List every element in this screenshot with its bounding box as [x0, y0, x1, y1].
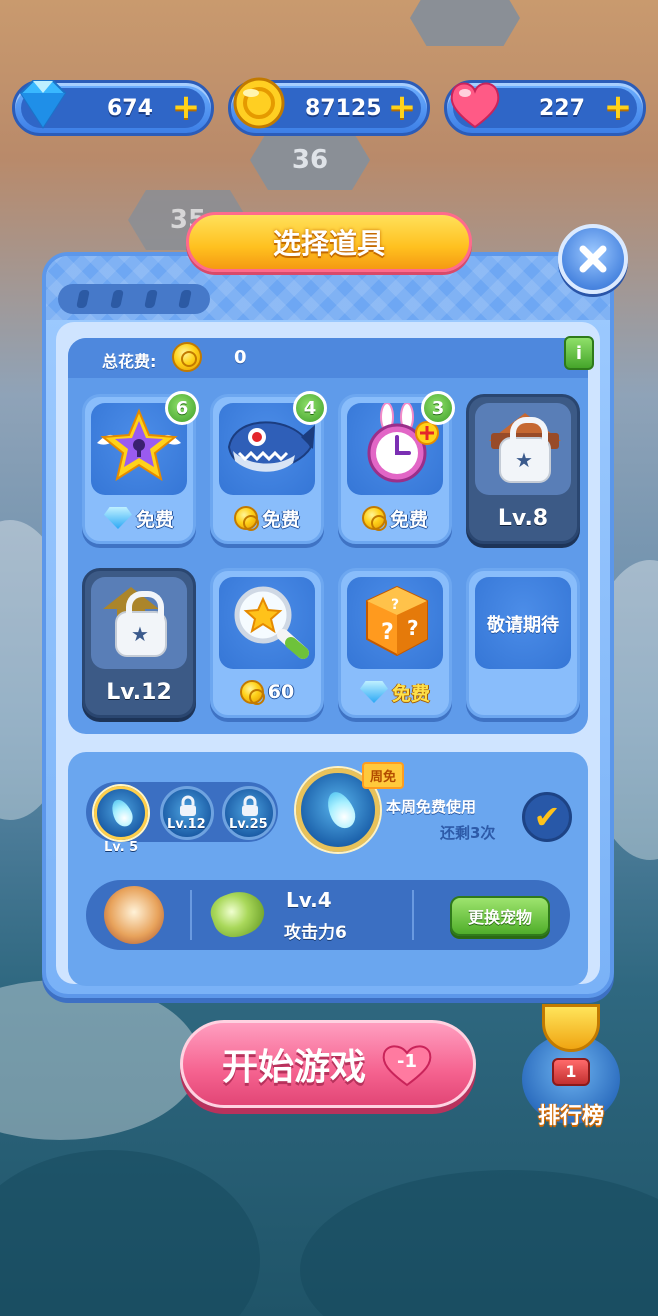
- use-skill-checkbox[interactable]: ✔: [522, 792, 572, 842]
- gem-count: 674: [107, 95, 153, 121]
- skill-pet-section: Lv. 5 Lv.12 Lv.25 周免 本周免费使用 还剩3次 ✔ Lv.4 …: [68, 752, 588, 986]
- item-price: 免费: [345, 677, 445, 707]
- coin-count: 87125: [305, 95, 382, 121]
- diamond-icon: [359, 681, 388, 703]
- unlock-level: Lv.8: [497, 506, 549, 531]
- divider: [412, 890, 414, 940]
- coin-icon: [172, 342, 202, 372]
- remaining-uses-text: 还剩3次: [440, 824, 496, 842]
- svg-text:?: ?: [407, 616, 419, 640]
- pet-avatar[interactable]: [104, 886, 164, 944]
- item-select-panel: 总花费: 0 i 6 免费 4 免费 3 免费 ★ Lv.8 ★ Lv.12 6…: [42, 252, 614, 998]
- decor-slots: [58, 284, 210, 314]
- items-grid: 总花费: 0 i 6 免费 4 免费 3 免费 ★ Lv.8 ★ Lv.12 6…: [68, 336, 594, 734]
- coming-soon-label: 敬请期待: [487, 615, 559, 636]
- lock-icon: ★: [115, 591, 167, 657]
- swap-pet-button[interactable]: 更换宠物: [450, 896, 550, 936]
- podium-icon: 1: [552, 1058, 590, 1086]
- total-cost-label: 总花费:: [102, 352, 157, 371]
- skill-level-label: Lv.12: [167, 817, 206, 832]
- heart-count: 227: [539, 95, 585, 121]
- check-icon: ✔: [533, 798, 561, 836]
- heart-counter[interactable]: 227 +: [444, 80, 646, 136]
- cloud: [0, 980, 200, 1140]
- diamond-icon: [103, 507, 132, 529]
- add-hearts-icon[interactable]: +: [603, 90, 633, 124]
- item-mystery-dice[interactable]: ? ? ? 免费: [338, 568, 452, 718]
- svg-text:?: ?: [381, 620, 394, 645]
- skill-slot-lv25[interactable]: Lv.25: [222, 786, 276, 840]
- item-alarm-clock[interactable]: 3 免费: [338, 391, 455, 544]
- panel-body: 总花费: 0 i 6 免费 4 免费 3 免费 ★ Lv.8 ★ Lv.12 6…: [56, 322, 600, 986]
- item-price: 免费: [217, 503, 317, 533]
- unlock-level: Lv.12: [106, 680, 172, 705]
- item-star-keyhole[interactable]: 6 免费: [82, 391, 199, 544]
- skill-slot-lv5[interactable]: [94, 786, 148, 840]
- total-cost-value: 0: [234, 347, 247, 368]
- item-price: 免费: [89, 503, 189, 533]
- start-game-button[interactable]: 开始游戏 -1: [180, 1020, 476, 1108]
- blue-flame-icon: [107, 796, 137, 830]
- eggplant-icon: [206, 884, 270, 944]
- item-price: 60: [217, 677, 317, 707]
- lock-icon: [180, 795, 196, 816]
- cloud: [0, 1150, 260, 1316]
- weekly-free-tag: 周免: [362, 762, 405, 789]
- coin-counter[interactable]: 87125 +: [228, 77, 430, 136]
- close-button[interactable]: [558, 224, 628, 294]
- level-tile-top: [410, 0, 520, 46]
- item-count-badge: 3: [421, 391, 455, 425]
- coin-icon: [361, 506, 387, 531]
- total-cost-bar: 总花费: 0 i: [68, 336, 594, 378]
- heart-cost-value: -1: [397, 1051, 417, 1072]
- add-coins-icon[interactable]: +: [387, 90, 417, 124]
- skill-slot-lv12[interactable]: Lv.12: [160, 786, 214, 840]
- svg-text:?: ?: [391, 597, 399, 613]
- leaderboard-button[interactable]: 1 排行榜: [516, 1000, 626, 1140]
- blue-flame-icon: [322, 787, 360, 833]
- item-piranha[interactable]: 4 免费: [210, 391, 327, 544]
- item-super-locked[interactable]: ★ Lv.8: [466, 394, 580, 544]
- level-tile: 36: [250, 130, 370, 190]
- lock-icon: ★: [499, 417, 551, 483]
- dialog-title: 选择道具: [186, 212, 472, 272]
- lock-icon: [242, 795, 258, 816]
- item-arrow-locked[interactable]: ★ Lv.12: [82, 568, 196, 718]
- item-magnifier[interactable]: 60: [210, 568, 324, 718]
- item-price: 免费: [345, 503, 445, 533]
- pet-level: Lv.4: [286, 888, 332, 912]
- add-gems-icon[interactable]: +: [171, 90, 201, 124]
- weekly-free-text: 本周免费使用: [386, 798, 477, 816]
- cloud: [300, 1170, 658, 1316]
- mystery-dice-icon: ? ? ?: [366, 585, 428, 657]
- coin-icon: [233, 506, 259, 531]
- item-coming-soon: 敬请期待: [466, 568, 580, 718]
- item-count-badge: 4: [293, 391, 327, 425]
- item-count-badge: 6: [165, 391, 199, 425]
- heart-icon: [450, 82, 500, 129]
- skill-level-label: Lv. 5: [104, 840, 139, 855]
- info-button[interactable]: i: [564, 336, 594, 370]
- heart-cost: -1: [380, 1041, 434, 1087]
- diamond-icon: [19, 80, 67, 129]
- gem-counter[interactable]: 674 +: [12, 80, 214, 136]
- skill-level-label: Lv.25: [229, 817, 268, 832]
- pet-attack: 攻击力6: [284, 923, 347, 943]
- close-icon: [579, 245, 607, 273]
- leaderboard-label: 排行榜: [537, 1104, 604, 1129]
- coin-icon: [239, 680, 265, 705]
- start-game-label: 开始游戏: [221, 1047, 366, 1088]
- divider: [190, 890, 192, 940]
- coin-icon: [233, 77, 285, 129]
- pet-bar: Lv.4 攻击力6 更换宠物: [86, 880, 570, 950]
- magnifier-star-icon: [234, 586, 309, 659]
